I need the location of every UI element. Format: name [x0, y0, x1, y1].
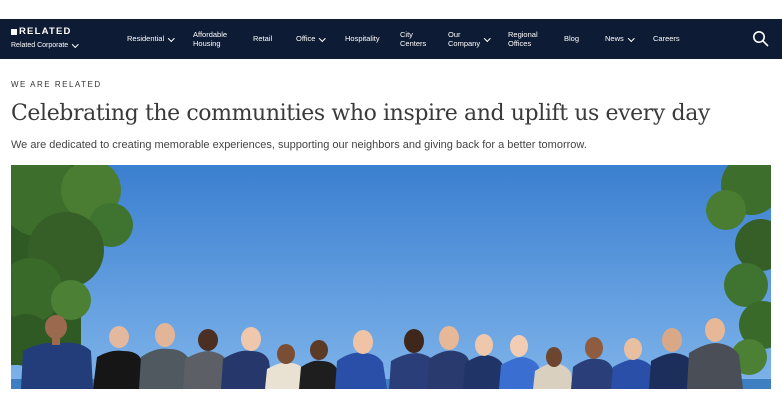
nav-item-our-company[interactable]: Our Company — [448, 19, 491, 59]
search-icon[interactable] — [752, 30, 769, 47]
top-whitespace — [0, 0, 782, 19]
nav-item-affordable-housing[interactable]: Affordable Housing — [193, 19, 227, 59]
logo-square-icon — [11, 28, 17, 35]
nav-item-blog[interactable]: Blog — [564, 19, 579, 59]
hero-group-photo — [11, 165, 771, 389]
group-photo-illustration — [11, 165, 771, 389]
nav-item-regional-offices[interactable]: Regional Offices — [508, 19, 538, 59]
page-subheadline: We are dedicated to creating memorable e… — [11, 139, 587, 151]
nav-item-office[interactable]: Office — [296, 19, 326, 59]
nav-item-residential[interactable]: Residential — [127, 19, 175, 59]
corporate-dropdown[interactable]: Related Corporate — [11, 41, 79, 50]
main-navigation: RELATED Related Corporate Residential Af… — [0, 19, 782, 59]
nav-item-news[interactable]: News — [605, 19, 635, 59]
section-eyebrow: WE ARE RELATED — [11, 80, 102, 89]
related-logo[interactable]: RELATED — [11, 26, 78, 37]
chevron-down-icon — [72, 41, 79, 48]
logo-text: RELATED — [19, 26, 72, 37]
chevron-down-icon — [484, 34, 491, 42]
chevron-down-icon — [627, 34, 635, 42]
nav-item-retail[interactable]: Retail — [253, 19, 272, 59]
nav-item-careers[interactable]: Careers — [653, 19, 680, 59]
chevron-down-icon — [168, 34, 175, 42]
chevron-down-icon — [319, 34, 326, 42]
corporate-label: Related Corporate — [11, 42, 69, 49]
nav-item-hospitality[interactable]: Hospitality — [345, 19, 380, 59]
bottom-whitespace — [0, 389, 782, 410]
nav-item-city-centers[interactable]: City Centers — [400, 19, 426, 59]
page-headline: Celebrating the communities who inspire … — [11, 101, 710, 126]
brand-block[interactable]: RELATED Related Corporate — [11, 26, 79, 50]
